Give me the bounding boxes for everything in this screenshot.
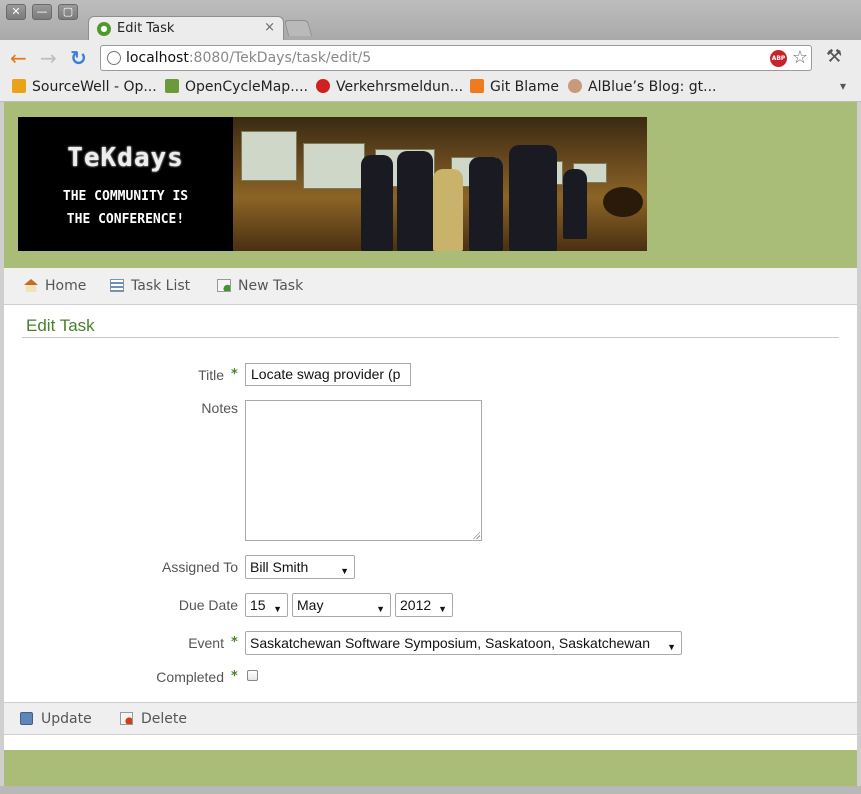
bookmark-alblue-blog[interactable]: AlBlue’s Blog: gt... (568, 79, 716, 95)
browser-toolbar: ← → ↻ localhost:8080/TekDays/task/edit/5… (0, 40, 861, 76)
notes-textarea[interactable] (245, 400, 482, 541)
bookmark-verkehrsmeldungen[interactable]: Verkehrsmeldun... (316, 79, 463, 95)
due-year-select[interactable]: 2012 ▼ (395, 593, 453, 617)
new-tab-button[interactable] (283, 20, 313, 36)
tab-close-icon[interactable]: × (264, 20, 275, 35)
completed-label: Completed (156, 669, 224, 685)
wrench-menu-icon[interactable]: ⚒ (826, 46, 842, 67)
verkehrsmeldungen-icon (316, 79, 330, 93)
opencyclemap-icon (165, 79, 179, 93)
assigned-to-label: Assigned To (161, 559, 238, 575)
bookmarks-bar: SourceWell - Op... OpenCycleMap.... Verk… (0, 76, 861, 102)
notes-label: Notes (201, 400, 238, 416)
logo-tagline-line-1: THE COMMUNITY IS (62, 189, 189, 204)
address-bar[interactable]: localhost:8080/TekDays/task/edit/5 ABP ☆ (100, 45, 812, 71)
logo-brand-text: TeKdays (67, 143, 184, 173)
nav-task-list-link[interactable]: Task List (110, 278, 190, 294)
web-page: TeKdays THE COMMUNITY IS THE CONFERENCE! (4, 102, 857, 794)
logo-tagline-line-2: THE CONFERENCE! (66, 212, 185, 227)
save-disk-icon (20, 712, 33, 725)
due-day-select[interactable]: 15 ▼ (245, 593, 288, 617)
title-required-marker: * (231, 367, 238, 382)
bookmark-opencyclemap[interactable]: OpenCycleMap.... (165, 79, 308, 95)
sourcewell-icon (12, 79, 26, 93)
event-select[interactable]: Saskatchewan Software Symposium, Saskato… (245, 631, 682, 655)
title-divider (22, 337, 839, 338)
delete-button[interactable]: Delete (120, 711, 187, 727)
nav-home-link[interactable]: Home (24, 278, 86, 294)
window-bottom-edge (0, 786, 861, 794)
list-icon (110, 279, 124, 292)
site-header: TeKdays THE COMMUNITY IS THE CONFERENCE! (4, 102, 857, 268)
globe-icon (107, 51, 121, 65)
bookmark-sourcewell[interactable]: SourceWell - Op... (12, 79, 157, 95)
nav-bar: Home Task List New Task (4, 268, 857, 305)
grails-favicon-icon: ● (97, 22, 111, 36)
tekdays-logo[interactable]: TeKdays THE COMMUNITY IS THE CONFERENCE! (18, 117, 233, 251)
dropdown-arrow-icon: ▼ (340, 566, 349, 576)
event-value: Saskatchewan Software Symposium, Saskato… (250, 635, 650, 651)
maximize-window-button[interactable]: ▢ (58, 4, 78, 20)
url-text: localhost:8080/TekDays/task/edit/5 (126, 50, 372, 66)
nav-new-task-link[interactable]: New Task (217, 278, 303, 294)
resize-grip-icon[interactable] (472, 531, 480, 539)
due-date-label: Due Date (178, 597, 238, 613)
due-month-select[interactable]: May ▼ (292, 593, 391, 617)
adblock-icon[interactable]: ABP (770, 50, 787, 67)
delete-document-icon (120, 712, 133, 725)
dropdown-arrow-icon: ▼ (273, 604, 282, 614)
event-required-marker: * (231, 635, 238, 650)
close-window-button[interactable]: ✕ (6, 4, 26, 20)
bookmark-git-blame[interactable]: Git Blame (470, 79, 559, 95)
reload-icon[interactable]: ↻ (70, 47, 87, 69)
title-label: Title (198, 367, 224, 383)
bookmark-star-icon[interactable]: ☆ (792, 47, 808, 68)
house-icon (24, 279, 38, 292)
page-title: Edit Task (26, 316, 95, 335)
conference-banner-photo (233, 117, 647, 251)
dropdown-arrow-icon: ▼ (667, 642, 676, 652)
action-bar: Update Delete (4, 702, 857, 735)
minimize-window-button[interactable]: — (32, 4, 52, 20)
browser-window: ✕ — ▢ ● Edit Task × ← → ↻ localhost:8080… (0, 0, 861, 794)
title-bar: ✕ — ▢ ● Edit Task × (0, 0, 861, 41)
assigned-to-select[interactable]: Bill Smith ▼ (245, 555, 355, 579)
browser-tab[interactable]: ● Edit Task × (88, 16, 284, 41)
new-document-icon (217, 279, 231, 292)
title-input[interactable]: Locate swag provider (p (245, 363, 411, 386)
completed-checkbox[interactable] (247, 670, 258, 681)
dropdown-arrow-icon: ▼ (438, 604, 447, 614)
due-day-value: 15 (250, 597, 266, 613)
event-label: Event (188, 635, 224, 651)
blogger-icon (470, 79, 484, 93)
assigned-to-value: Bill Smith (250, 559, 309, 575)
bookmarks-overflow-chevron-icon[interactable]: ▾ (840, 79, 846, 93)
tab-title: Edit Task (117, 21, 175, 36)
alblue-avatar-icon (568, 79, 582, 93)
completed-required-marker: * (231, 669, 238, 684)
due-year-value: 2012 (400, 597, 432, 613)
due-month-value: May (297, 597, 324, 613)
update-button[interactable]: Update (20, 711, 92, 727)
dropdown-arrow-icon: ▼ (376, 604, 385, 614)
back-arrow-icon[interactable]: ← (10, 47, 27, 69)
forward-arrow-icon[interactable]: → (40, 47, 57, 69)
site-footer (4, 750, 857, 786)
